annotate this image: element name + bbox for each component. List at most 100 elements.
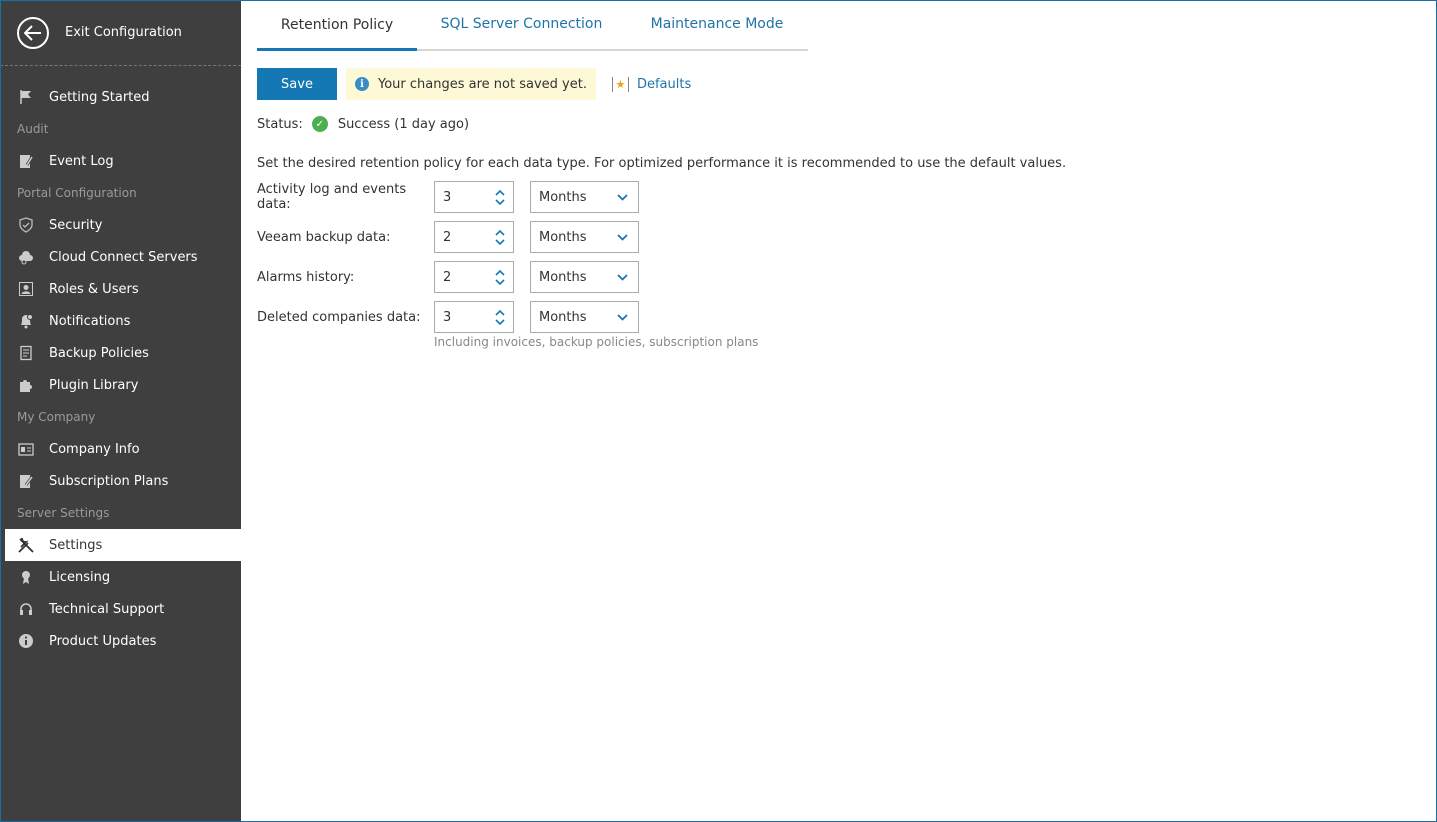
sidebar-item-company-info[interactable]: Company Info — [0, 433, 241, 465]
sidebar-group-server-settings: Server Settings — [17, 506, 110, 520]
sidebar-item-backup-policies[interactable]: Backup Policies — [0, 337, 241, 369]
document-icon — [17, 344, 35, 362]
retention-rows: Activity log and events data: 3 Months Veea… — [257, 181, 1437, 333]
sidebar-item-label: Backup Policies — [49, 345, 149, 361]
chevron-down-icon[interactable] — [495, 198, 505, 206]
chevron-up-icon[interactable] — [495, 309, 505, 316]
retention-unit-select[interactable]: Months — [530, 221, 639, 253]
retention-value[interactable]: 2 — [443, 270, 451, 285]
description-text: Set the desired retention policy for eac… — [257, 156, 1067, 171]
retention-value-stepper[interactable]: 2 — [434, 221, 514, 253]
retention-value-stepper[interactable]: 2 — [434, 261, 514, 293]
retention-row-label: Activity log and events data: — [257, 182, 407, 212]
retention-row: Activity log and events data: 3 Months — [257, 181, 1437, 213]
user-icon — [17, 280, 35, 298]
retention-row: Alarms history: 2 Months — [257, 261, 1437, 293]
tab-retention-policy[interactable]: Retention Policy — [257, 1, 417, 51]
retention-unit-value: Months — [539, 269, 587, 285]
retention-row-label: Deleted companies data: — [257, 309, 421, 325]
license-icon — [17, 568, 35, 586]
sidebar-item-cloud-connect-servers[interactable]: Cloud Connect Servers — [0, 241, 241, 273]
retention-row: Deleted companies data: 3 Months — [257, 301, 1437, 333]
shield-icon — [17, 216, 35, 234]
retention-unit-value: Months — [539, 189, 587, 205]
sidebar-item-label: Subscription Plans — [49, 473, 169, 489]
chevron-down-icon[interactable] — [495, 278, 505, 286]
chevron-down-icon — [617, 273, 628, 281]
sidebar-item-event-log[interactable]: Event Log — [0, 145, 241, 177]
cloud-icon — [17, 248, 35, 266]
sidebar-item-notifications[interactable]: Notifications — [0, 305, 241, 337]
sidebar-item-label: Cloud Connect Servers — [49, 249, 198, 265]
sidebar-item-label: Security — [49, 217, 103, 233]
sidebar-item-label: Settings — [49, 537, 103, 553]
sidebar-item-label: Plugin Library — [49, 377, 139, 393]
chevron-down-icon[interactable] — [495, 318, 505, 326]
tab-sql-server-connection[interactable]: SQL Server Connection — [417, 0, 626, 49]
unsaved-notice: i Your changes are not saved yet. — [346, 68, 596, 100]
retention-unit-select[interactable]: Months — [530, 261, 639, 293]
event-log-icon — [17, 152, 35, 170]
retention-unit-value: Months — [539, 229, 587, 245]
sidebar-item-technical-support[interactable]: Technical Support — [0, 593, 241, 625]
retention-value[interactable]: 2 — [443, 230, 451, 245]
sidebar-item-getting-started[interactable]: Getting Started — [0, 81, 241, 113]
chevron-up-icon[interactable] — [495, 189, 505, 196]
back-arrow-icon — [17, 16, 49, 49]
chevron-down-icon — [617, 233, 628, 241]
save-button[interactable]: Save — [257, 68, 337, 100]
chevron-down-icon[interactable] — [495, 238, 505, 246]
retention-unit-select[interactable]: Months — [530, 301, 639, 333]
status-line: Status: ✓ Success (1 day ago) — [257, 116, 1437, 132]
defaults-link[interactable]: ★ Defaults — [611, 76, 692, 92]
chevron-up-icon[interactable] — [495, 269, 505, 276]
sidebar: Exit Configuration Getting Started Audit E… — [0, 0, 241, 822]
sidebar-item-label: Licensing — [49, 569, 111, 585]
sidebar-group-portal-configuration: Portal Configuration — [17, 186, 137, 200]
sidebar-item-subscription-plans[interactable]: Subscription Plans — [0, 465, 241, 497]
retention-value-stepper[interactable]: 3 — [434, 301, 514, 333]
star-icon: ★ — [611, 76, 629, 92]
stepper-arrows — [487, 269, 513, 286]
sidebar-item-licensing[interactable]: Licensing — [0, 561, 241, 593]
status-label: Status: — [257, 116, 303, 132]
puzzle-icon — [17, 376, 35, 394]
exit-configuration-button[interactable]: Exit Configuration — [0, 0, 241, 66]
sidebar-group-audit: Audit — [17, 122, 49, 136]
retention-value[interactable]: 3 — [443, 190, 451, 205]
sidebar-item-settings[interactable]: Settings — [5, 529, 241, 561]
sidebar-item-plugin-library[interactable]: Plugin Library — [0, 369, 241, 401]
sidebar-item-label: Roles & Users — [49, 281, 139, 297]
sidebar-group-my-company: My Company — [17, 410, 96, 424]
tools-icon — [17, 536, 35, 554]
headset-icon — [17, 600, 35, 618]
sidebar-item-label: Getting Started — [49, 89, 150, 105]
tab-maintenance-mode[interactable]: Maintenance Mode — [626, 0, 808, 49]
stepper-arrows — [487, 229, 513, 246]
unsaved-notice-text: Your changes are not saved yet. — [378, 76, 587, 92]
retention-unit-value: Months — [539, 309, 587, 325]
sidebar-item-label: Product Updates — [49, 633, 157, 649]
retention-row-label: Veeam backup data: — [257, 229, 391, 245]
sidebar-nav: Getting Started Audit Event Log Portal Conf… — [0, 66, 241, 657]
retention-row-label: Alarms history: — [257, 269, 355, 285]
sidebar-item-security[interactable]: Security — [0, 209, 241, 241]
sidebar-item-product-updates[interactable]: Product Updates — [0, 625, 241, 657]
retention-value[interactable]: 3 — [443, 310, 451, 325]
id-card-icon — [17, 440, 35, 458]
retention-unit-select[interactable]: Months — [530, 181, 639, 213]
sidebar-item-roles-and-users[interactable]: Roles & Users — [0, 273, 241, 305]
chevron-up-icon[interactable] — [495, 229, 505, 236]
sidebar-item-label: Event Log — [49, 153, 114, 169]
toolbar: Save i Your changes are not saved yet. ★… — [257, 68, 1437, 100]
bell-icon — [17, 312, 35, 330]
info-icon — [17, 632, 35, 650]
info-icon: i — [355, 77, 369, 91]
sidebar-item-label: Notifications — [49, 313, 131, 329]
retention-value-stepper[interactable]: 3 — [434, 181, 514, 213]
chevron-down-icon — [617, 313, 628, 321]
retention-row: Veeam backup data: 2 Months — [257, 221, 1437, 253]
defaults-label: Defaults — [636, 76, 692, 92]
status-value: Success (1 day ago) — [337, 116, 470, 132]
chevron-down-icon — [617, 193, 628, 201]
